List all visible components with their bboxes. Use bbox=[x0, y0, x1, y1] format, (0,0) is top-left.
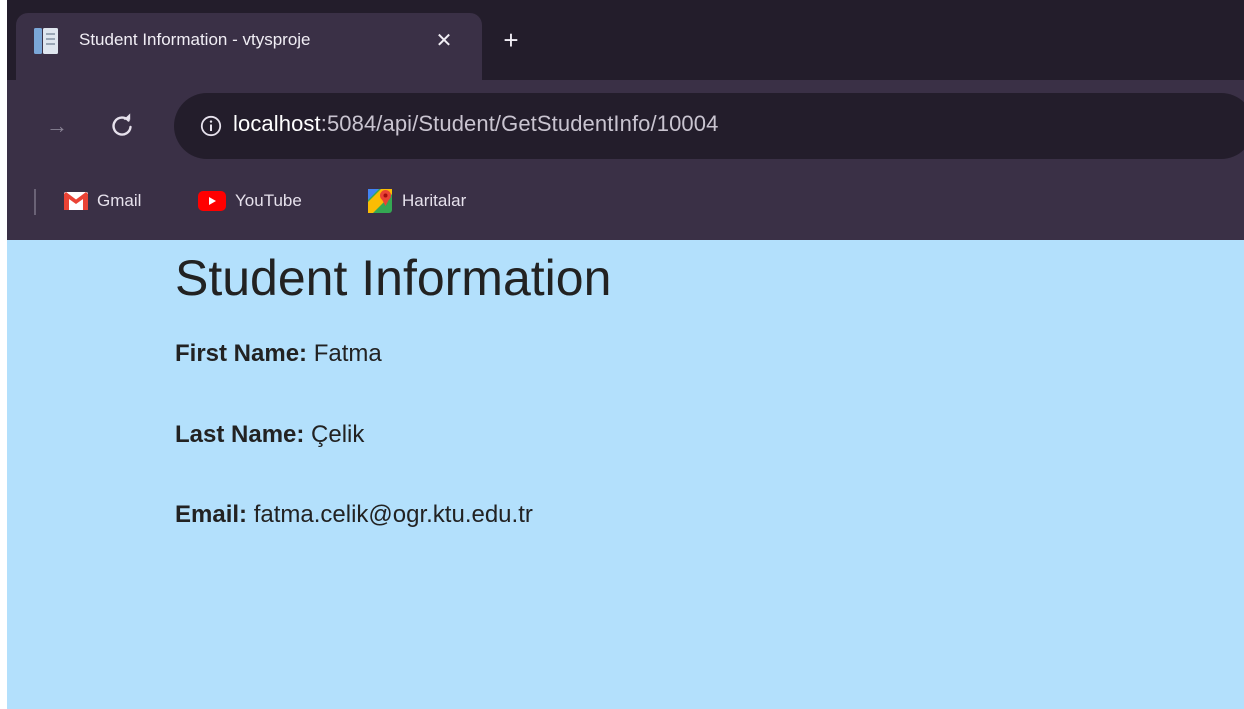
browser-window: Student Information - vtysproje ✕ + → lo… bbox=[7, 0, 1244, 709]
address-bar[interactable]: localhost:5084/api/Student/GetStudentInf… bbox=[174, 93, 1244, 159]
tab-strip: Student Information - vtysproje ✕ + bbox=[7, 0, 1244, 80]
bookmark-haritalar[interactable]: Haritalar bbox=[367, 186, 466, 216]
youtube-icon bbox=[198, 191, 226, 211]
email-value: fatma.celik@ogr.ktu.edu.tr bbox=[253, 501, 533, 528]
url-text[interactable]: localhost:5084/api/Student/GetStudentInf… bbox=[233, 111, 718, 137]
bookmark-youtube[interactable]: YouTube bbox=[198, 186, 302, 216]
new-tab-button[interactable]: + bbox=[497, 26, 525, 54]
forward-button[interactable]: → bbox=[43, 112, 71, 140]
tab-close-icon[interactable]: ✕ bbox=[431, 28, 457, 54]
email-field: Email: fatma.celik@ogr.ktu.edu.tr bbox=[175, 501, 533, 529]
bookmark-label: Haritalar bbox=[402, 191, 467, 210]
first-name-value: Fatma bbox=[313, 340, 382, 367]
last-name-field: Last Name: Çelik bbox=[175, 421, 364, 449]
tab-title: Student Information - vtysproje bbox=[79, 30, 311, 49]
tab-active[interactable]: Student Information - vtysproje ✕ bbox=[16, 13, 482, 80]
last-name-label: Last Name: bbox=[175, 421, 305, 448]
maps-icon bbox=[368, 189, 392, 213]
first-name-label: First Name: bbox=[175, 340, 308, 367]
page-title: Student Information bbox=[175, 250, 612, 306]
email-label: Email: bbox=[175, 501, 248, 528]
document-icon bbox=[33, 27, 59, 55]
reload-icon[interactable] bbox=[107, 111, 137, 141]
toolbar: → localhost:5084/api/Student/GetStudentI… bbox=[7, 80, 1244, 176]
url-host: localhost bbox=[233, 111, 321, 136]
bookmark-label: YouTube bbox=[235, 191, 302, 210]
page-content: Student Information First Name: Fatma La… bbox=[7, 240, 1244, 709]
first-name-field: First Name: Fatma bbox=[175, 340, 382, 368]
bookmark-gmail[interactable]: Gmail bbox=[64, 186, 141, 216]
gmail-icon bbox=[64, 192, 88, 210]
bookmarks-bar: Gmail YouTube Haritalar bbox=[7, 176, 1244, 240]
bookmarks-separator bbox=[34, 189, 36, 215]
bookmark-label: Gmail bbox=[97, 191, 142, 210]
last-name-value: Çelik bbox=[311, 421, 365, 448]
url-path: :5084/api/Student/GetStudentInfo/10004 bbox=[320, 111, 719, 136]
info-icon[interactable] bbox=[200, 115, 222, 137]
